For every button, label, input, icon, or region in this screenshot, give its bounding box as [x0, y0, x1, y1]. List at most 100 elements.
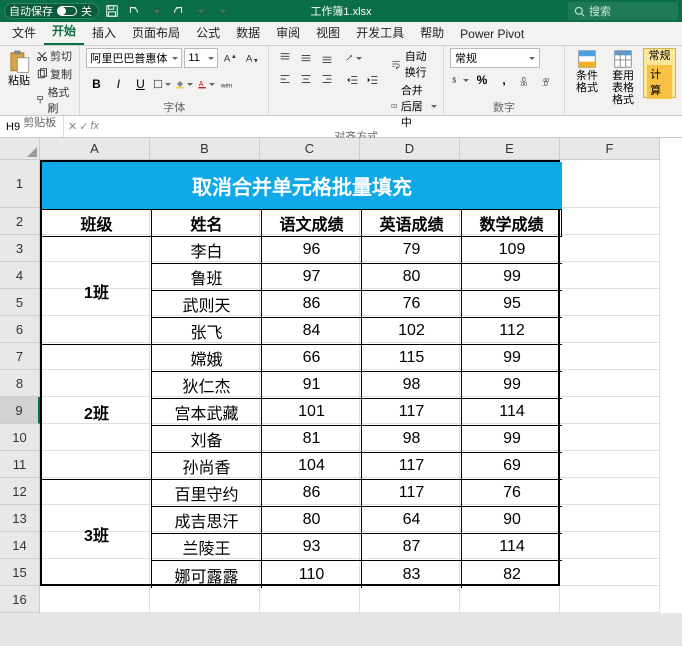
data-cell[interactable]: 109 — [462, 237, 562, 264]
bold-button[interactable]: B — [86, 74, 106, 94]
qat-more-icon[interactable] — [213, 2, 231, 20]
orientation-icon[interactable] — [343, 48, 363, 68]
row-header-2[interactable]: 2 — [0, 208, 40, 235]
row-header-3[interactable]: 3 — [0, 235, 40, 262]
data-cell[interactable]: 99 — [462, 345, 562, 372]
data-cell[interactable]: 98 — [362, 372, 462, 399]
number-format-combo[interactable]: 常规 — [450, 48, 540, 68]
data-cell[interactable]: 79 — [362, 237, 462, 264]
name-box[interactable]: H9 — [0, 116, 64, 137]
row-header-9[interactable]: 9 — [0, 397, 40, 424]
table-header[interactable]: 语文成绩 — [262, 210, 362, 237]
data-cell[interactable]: 百里守约 — [152, 480, 262, 507]
redo-dropdown-icon[interactable] — [191, 2, 209, 20]
data-cell[interactable]: 李白 — [152, 237, 262, 264]
col-header-B[interactable]: B — [150, 138, 260, 160]
col-header-E[interactable]: E — [460, 138, 560, 160]
table-header[interactable]: 英语成绩 — [362, 210, 462, 237]
data-cell[interactable]: 98 — [362, 426, 462, 453]
data-cell[interactable]: 孙尚香 — [152, 453, 262, 480]
decrease-font-icon[interactable]: A▼ — [242, 48, 262, 68]
tab-文件[interactable]: 文件 — [4, 20, 44, 45]
data-cell[interactable]: 99 — [462, 264, 562, 291]
wrap-text-button[interactable]: 自动换行 — [391, 48, 437, 80]
row-header-12[interactable]: 12 — [0, 478, 40, 505]
row-header-5[interactable]: 5 — [0, 289, 40, 316]
data-cell[interactable]: 76 — [362, 291, 462, 318]
data-cell[interactable]: 112 — [462, 318, 562, 345]
align-left-icon[interactable] — [275, 69, 295, 89]
data-cell[interactable]: 114 — [462, 534, 562, 561]
data-cell[interactable]: 81 — [262, 426, 362, 453]
data-cell[interactable]: 76 — [462, 480, 562, 507]
data-cell[interactable]: 97 — [262, 264, 362, 291]
data-cell[interactable]: 101 — [262, 399, 362, 426]
row-header-13[interactable]: 13 — [0, 505, 40, 532]
accounting-format-icon[interactable]: $ — [450, 70, 470, 90]
tab-开发工具[interactable]: 开发工具 — [348, 20, 412, 45]
undo-icon[interactable] — [125, 2, 143, 20]
row-header-1[interactable]: 1 — [0, 160, 40, 208]
align-middle-icon[interactable] — [296, 48, 316, 68]
data-cell[interactable]: 91 — [262, 372, 362, 399]
data-cell[interactable]: 80 — [262, 507, 362, 534]
fx-icon[interactable]: fx — [90, 120, 99, 133]
data-cell[interactable]: 115 — [362, 345, 462, 372]
tab-页面布局[interactable]: 页面布局 — [124, 20, 188, 45]
tab-视图[interactable]: 视图 — [308, 20, 348, 45]
col-header-A[interactable]: A — [40, 138, 150, 160]
data-cell[interactable]: 82 — [462, 561, 562, 588]
select-all-triangle[interactable] — [0, 138, 40, 160]
data-cell[interactable]: 87 — [362, 534, 462, 561]
data-cell[interactable]: 鲁班 — [152, 264, 262, 291]
table-header[interactable]: 姓名 — [152, 210, 262, 237]
underline-button[interactable]: U — [130, 74, 150, 94]
comma-format-icon[interactable]: , — [494, 70, 514, 90]
data-cell[interactable]: 狄仁杰 — [152, 372, 262, 399]
undo-dropdown-icon[interactable] — [147, 2, 165, 20]
font-color-button[interactable]: A — [196, 74, 216, 94]
data-cell[interactable]: 102 — [362, 318, 462, 345]
calc-badge[interactable]: 常规计算 — [643, 48, 676, 98]
data-cell[interactable]: 84 — [262, 318, 362, 345]
data-cell[interactable]: 95 — [462, 291, 562, 318]
enter-icon[interactable]: ✓ — [79, 120, 88, 133]
phonetic-button[interactable]: wén — [218, 74, 238, 94]
row-header-8[interactable]: 8 — [0, 370, 40, 397]
row-header-11[interactable]: 11 — [0, 451, 40, 478]
row-header-7[interactable]: 7 — [0, 343, 40, 370]
data-cell[interactable]: 66 — [262, 345, 362, 372]
table-header[interactable]: 班级 — [42, 210, 152, 237]
table-format-button[interactable]: 套用 表格格式 — [607, 48, 639, 106]
format-painter-button[interactable]: 格式刷 — [36, 84, 73, 116]
data-cell[interactable]: 117 — [362, 399, 462, 426]
class-cell[interactable]: 3班 — [42, 480, 152, 588]
data-cell[interactable]: 69 — [462, 453, 562, 480]
data-cell[interactable]: 93 — [262, 534, 362, 561]
row-header-4[interactable]: 4 — [0, 262, 40, 289]
tab-公式[interactable]: 公式 — [188, 20, 228, 45]
data-cell[interactable]: 嫦娥 — [152, 345, 262, 372]
data-cell[interactable]: 娜可露露 — [152, 561, 262, 588]
data-cell[interactable]: 兰陵王 — [152, 534, 262, 561]
data-cell[interactable]: 成吉思汗 — [152, 507, 262, 534]
tab-数据[interactable]: 数据 — [228, 20, 268, 45]
data-cell[interactable]: 刘备 — [152, 426, 262, 453]
align-bottom-icon[interactable] — [317, 48, 337, 68]
font-name-combo[interactable]: 阿里巴巴普惠体 — [86, 48, 182, 68]
increase-indent-icon[interactable] — [363, 70, 383, 90]
tab-插入[interactable]: 插入 — [84, 20, 124, 45]
data-cell[interactable]: 83 — [362, 561, 462, 588]
table-header[interactable]: 数学成绩 — [462, 210, 562, 237]
font-size-combo[interactable]: 11 — [184, 48, 218, 68]
tab-帮助[interactable]: 帮助 — [412, 20, 452, 45]
data-cell[interactable]: 99 — [462, 372, 562, 399]
tab-Power Pivot[interactable]: Power Pivot — [452, 23, 532, 45]
row-header-10[interactable]: 10 — [0, 424, 40, 451]
data-cell[interactable]: 宫本武藏 — [152, 399, 262, 426]
percent-format-icon[interactable]: % — [472, 70, 492, 90]
save-icon[interactable] — [103, 2, 121, 20]
tab-开始[interactable]: 开始 — [44, 18, 84, 45]
data-cell[interactable]: 86 — [262, 291, 362, 318]
border-button[interactable] — [152, 74, 172, 94]
